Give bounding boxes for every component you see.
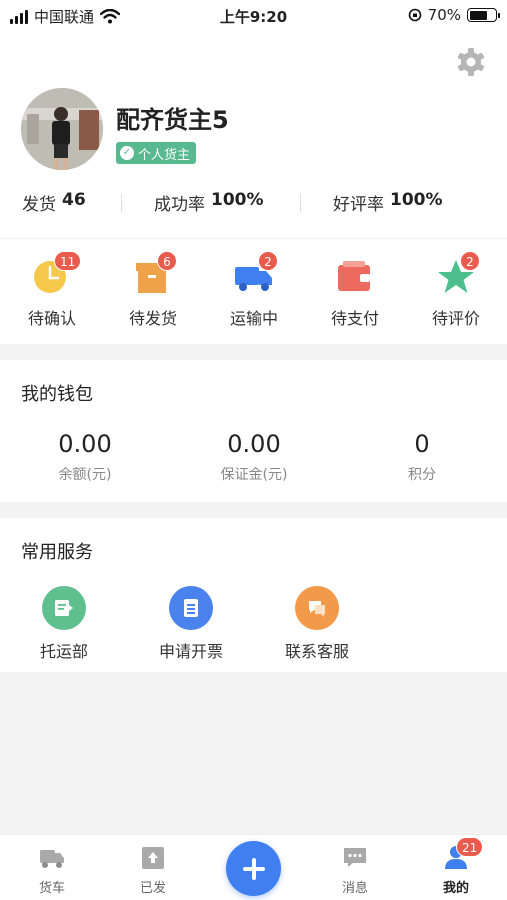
order-pending-ship[interactable]: 6 待发货 xyxy=(113,251,193,329)
count-badge: 11 xyxy=(54,251,82,271)
truck-icon xyxy=(40,850,64,868)
service-consign[interactable]: 托运部 xyxy=(9,586,119,662)
wallet-label: 保证金(元) xyxy=(220,467,288,483)
tab-trucks[interactable]: 货车 xyxy=(12,843,92,896)
account-type-label: 个人货主 xyxy=(138,147,191,163)
wallet-balance[interactable]: 0.00 余额(元) xyxy=(5,430,165,484)
order-pending-review[interactable]: 2 待评价 xyxy=(416,251,496,329)
settings-gear-icon[interactable] xyxy=(455,46,487,78)
add-shipment-button[interactable] xyxy=(226,841,281,896)
upload-icon xyxy=(142,847,164,869)
count-badge: 21 xyxy=(456,837,484,857)
check-circle-icon: ✓ xyxy=(120,146,134,160)
stat-good-rate: 好评率 100% xyxy=(333,190,443,215)
tab-shipped[interactable]: 已发 xyxy=(113,843,193,896)
order-pending-pay[interactable]: 待支付 xyxy=(315,257,395,329)
service-label: 申请开票 xyxy=(158,642,223,661)
stat-label: 成功率 xyxy=(154,195,205,215)
wallet-title: 我的钱包 xyxy=(21,384,93,405)
service-label: 托运部 xyxy=(39,642,88,661)
divider xyxy=(300,194,301,212)
stat-label: 发货 xyxy=(22,195,56,215)
order-label: 待确认 xyxy=(27,309,76,328)
battery-icon xyxy=(467,8,500,22)
wallet-icon xyxy=(338,261,370,291)
order-label: 待支付 xyxy=(330,309,379,328)
wallet-value: 0.00 xyxy=(227,430,281,458)
service-invoice[interactable]: 申请开票 xyxy=(136,586,246,662)
account-type-badge: ✓ 个人货主 xyxy=(116,142,197,164)
orientation-lock-icon xyxy=(408,8,421,22)
profile-card: 配齐货主5 ✓ 个人货主 发货 46 成功率 100% 好评率 100% 11 xyxy=(0,32,507,344)
divider xyxy=(121,194,122,212)
count-badge: 2 xyxy=(258,251,278,271)
tab-label: 货车 xyxy=(38,881,65,896)
invoice-icon xyxy=(169,586,213,630)
tab-label: 已发 xyxy=(139,881,166,896)
services-title: 常用服务 xyxy=(21,542,93,563)
stat-value: 100% xyxy=(211,190,264,210)
avatar[interactable] xyxy=(21,88,103,170)
order-pending-confirm[interactable]: 11 待确认 xyxy=(12,251,92,329)
stat-success-rate: 成功率 100% xyxy=(154,190,264,215)
tab-label: 消息 xyxy=(341,881,368,896)
user-name: 配齐货主5 xyxy=(116,106,229,134)
service-label: 联系客服 xyxy=(284,642,349,661)
tab-label: 我的 xyxy=(442,881,469,896)
stat-shipments: 发货 46 xyxy=(22,190,86,215)
wallet-section: 我的钱包 0.00 余额(元) 0.00 保证金(元) 0 积分 xyxy=(0,360,507,502)
stat-label: 好评率 xyxy=(333,195,384,215)
wallet-label: 积分 xyxy=(408,467,436,483)
stats-row: 发货 46 成功率 100% 好评率 100% xyxy=(0,190,507,218)
wallet-points[interactable]: 0 积分 xyxy=(342,430,502,484)
stat-value: 100% xyxy=(390,190,443,210)
order-label: 运输中 xyxy=(229,309,278,328)
tab-messages[interactable]: 消息 xyxy=(315,843,395,896)
wallet-label: 余额(元) xyxy=(58,467,112,483)
services-section: 常用服务 托运部 申请开票 联系客服 xyxy=(0,518,507,672)
service-customer-support[interactable]: 联系客服 xyxy=(262,586,372,662)
message-icon xyxy=(344,848,366,867)
wallet-value: 0.00 xyxy=(58,430,112,458)
service-chat-icon xyxy=(295,586,339,630)
count-badge: 2 xyxy=(460,251,480,271)
consign-icon xyxy=(42,586,86,630)
count-badge: 6 xyxy=(157,251,177,271)
status-bar: 中国联通 上午9:20 70% xyxy=(0,0,507,32)
order-label: 待发货 xyxy=(128,309,177,328)
bottom-tab-bar: 货车 已发 消息 21 我的 xyxy=(0,834,507,900)
order-in-transit[interactable]: 2 运输中 xyxy=(214,251,294,329)
plus-icon xyxy=(242,857,265,880)
order-label: 待评价 xyxy=(431,309,480,328)
battery-percent: 70% xyxy=(427,6,461,24)
tab-mine[interactable]: 21 我的 xyxy=(416,837,496,896)
wallet-value: 0 xyxy=(414,430,430,458)
stat-value: 46 xyxy=(62,190,86,210)
wallet-deposit[interactable]: 0.00 保证金(元) xyxy=(174,430,334,484)
divider xyxy=(0,238,507,239)
